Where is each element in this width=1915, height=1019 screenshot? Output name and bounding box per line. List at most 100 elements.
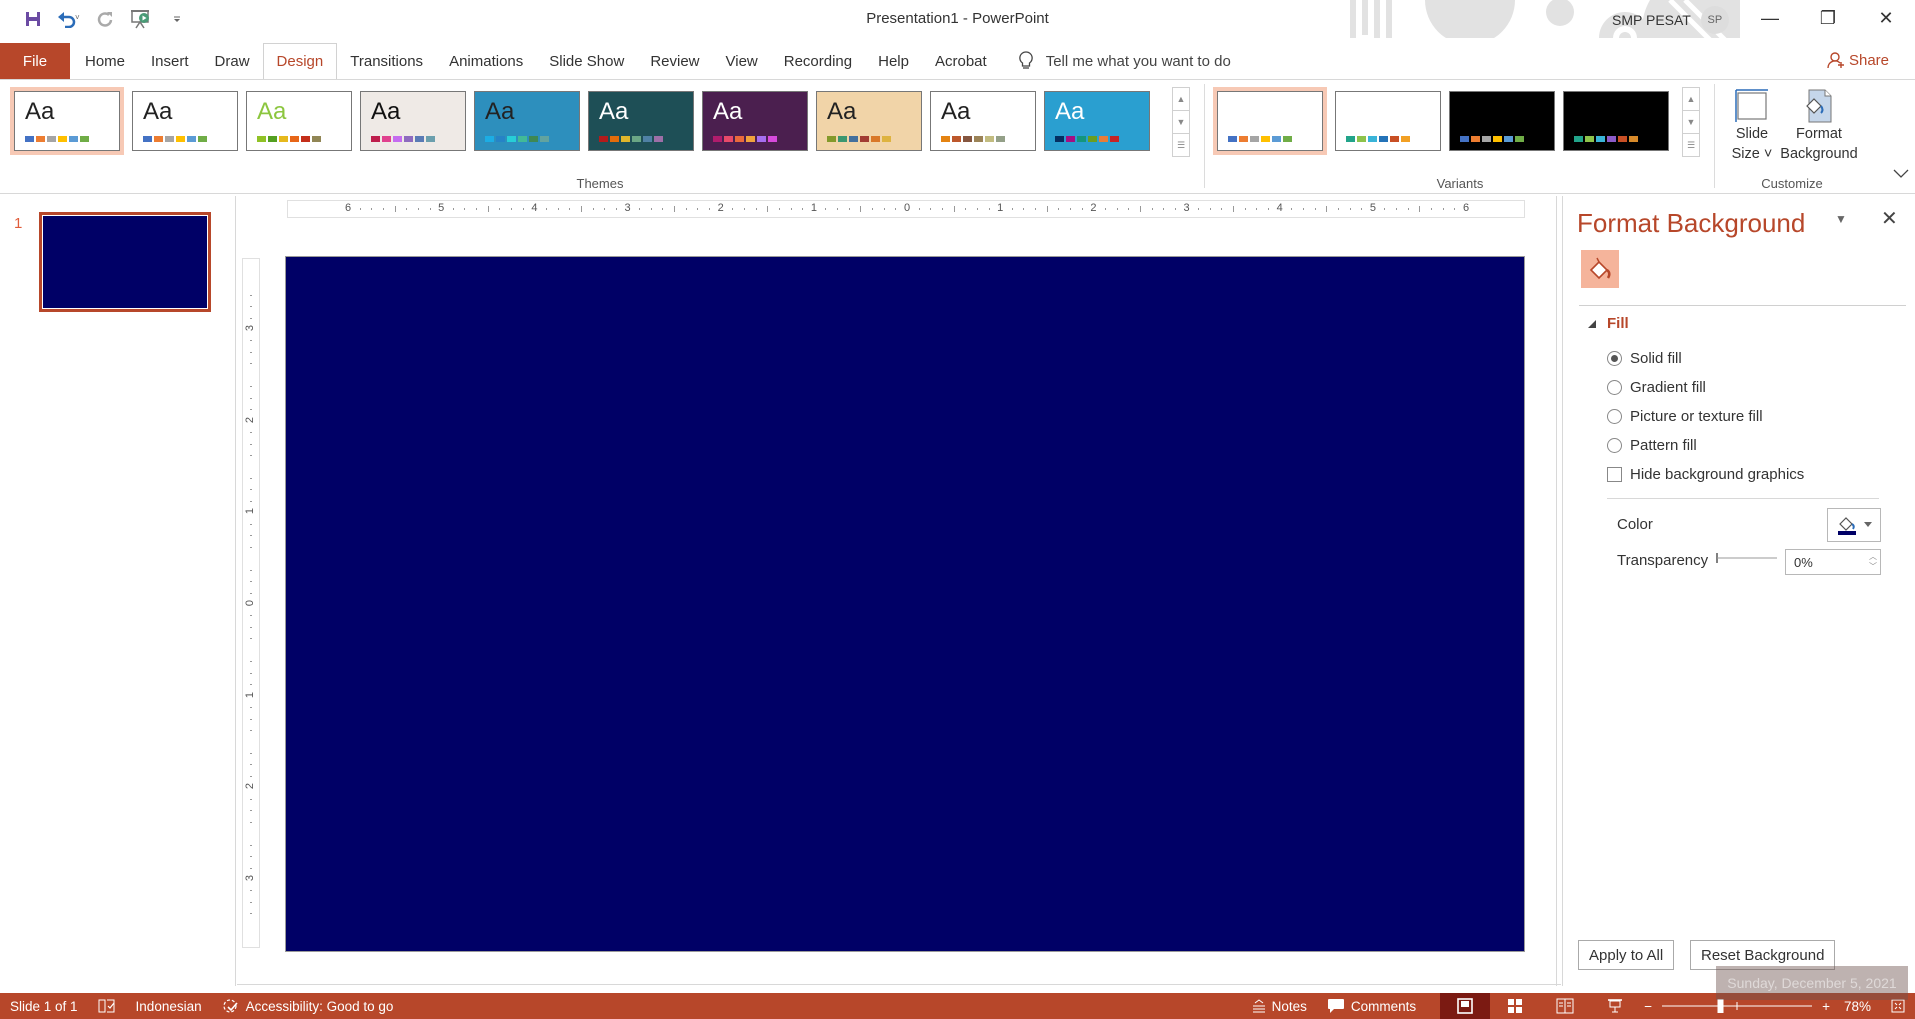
tab-view[interactable]: View [713,43,771,79]
theme-thumbnail[interactable]: Aa [474,91,580,151]
reset-background-button[interactable]: Reset Background [1690,940,1836,970]
tell-me-search[interactable]: Tell me what you want to do [1018,43,1231,79]
theme-thumbnail[interactable]: Aa [246,91,352,151]
theme-thumbnail[interactable]: Aa [816,91,922,151]
slide-thumbnail[interactable] [39,212,211,312]
variant-thumbnail[interactable] [1217,91,1323,151]
minimize-button[interactable]: — [1741,0,1799,36]
variants-scroll-down-button[interactable]: ▼ [1683,111,1699,134]
theme-option[interactable]: Aa [132,87,238,155]
customize-qat-button[interactable] [164,6,190,32]
transparency-spinner[interactable]: ︿ ﹀ [1869,552,1877,572]
slide-show-view-button[interactable] [1590,993,1640,1019]
zoom-out-button[interactable]: − [1640,993,1656,1019]
theme-option[interactable]: Aa [246,87,352,155]
picture-texture-fill-radio[interactable]: Picture or texture fill [1607,408,1763,425]
slide-sorter-view-button[interactable] [1490,993,1540,1019]
normal-view-button[interactable] [1440,993,1491,1019]
tab-file[interactable]: File [0,43,70,79]
transparency-slider[interactable] [1715,551,1779,565]
redo-button[interactable] [92,6,118,32]
pane-options-button[interactable]: ▼ [1835,212,1847,226]
variant-option[interactable] [1449,87,1555,155]
theme-thumbnail[interactable]: Aa [132,91,238,151]
slide-size-button[interactable]: Slide Size ˅ [1724,88,1780,164]
radio-button[interactable] [1607,351,1622,366]
radio-button[interactable] [1607,409,1622,424]
radio-button[interactable] [1607,438,1622,453]
share-button[interactable]: Share [1827,51,1889,69]
pane-close-button[interactable]: ✕ [1881,206,1898,231]
fill-section-header[interactable]: Fill [1587,315,1629,332]
theme-option[interactable]: Aa [474,87,580,155]
reading-view-button[interactable] [1540,993,1590,1019]
account-area[interactable]: SMP PESAT SP [1612,6,1729,34]
apply-to-all-button[interactable]: Apply to All [1578,940,1675,970]
theme-option[interactable]: Aa [588,87,694,155]
theme-thumbnail[interactable]: Aa [930,91,1036,151]
accessibility-button[interactable]: Accessibility: Good to go [212,993,404,1019]
slide-counter[interactable]: Slide 1 of 1 [0,993,88,1019]
spell-check-button[interactable] [88,993,126,1019]
gradient-fill-radio[interactable]: Gradient fill [1607,379,1706,396]
comments-button[interactable]: Comments [1317,993,1426,1019]
theme-thumbnail[interactable]: Aa [1044,91,1150,151]
notes-button[interactable]: Notes [1242,993,1317,1019]
collapse-ribbon-button[interactable] [1893,166,1909,182]
tab-help[interactable]: Help [865,43,922,79]
variant-thumbnail[interactable] [1449,91,1555,151]
start-from-beginning-button[interactable] [128,6,154,32]
theme-option[interactable]: Aa [360,87,466,155]
theme-thumbnail[interactable]: Aa [588,91,694,151]
tab-design[interactable]: Design [262,43,338,79]
color-picker-button[interactable] [1827,508,1881,542]
fill-tab-button[interactable] [1581,250,1619,288]
variant-thumbnail[interactable] [1335,91,1441,151]
tab-transitions[interactable]: Transitions [337,43,436,79]
zoom-level-button[interactable]: 78% [1834,993,1881,1019]
gallery-more-button[interactable]: ☰ [1173,134,1189,156]
format-background-button[interactable]: Format Background [1778,88,1860,164]
save-button[interactable] [20,6,46,32]
theme-thumbnail[interactable]: Aa [360,91,466,151]
undo-button[interactable]: ˅ [56,6,82,32]
theme-thumbnail[interactable]: Aa [14,91,120,151]
slide-canvas[interactable] [285,256,1525,952]
tab-animations[interactable]: Animations [436,43,536,79]
zoom-slider-thumb[interactable] [1717,999,1724,1013]
zoom-in-button[interactable]: + [1818,993,1834,1019]
gallery-scroll-down-button[interactable]: ▼ [1173,111,1189,134]
tab-insert[interactable]: Insert [138,43,202,79]
tab-acrobat[interactable]: Acrobat [922,43,1000,79]
checkbox[interactable] [1607,467,1622,482]
tab-recording[interactable]: Recording [771,43,865,79]
avatar[interactable]: SP [1700,6,1729,34]
theme-option[interactable]: Aa [816,87,922,155]
restore-button[interactable]: ❐ [1799,0,1857,36]
variant-option[interactable] [1213,87,1327,155]
gallery-scroll-up-button[interactable]: ▲ [1173,88,1189,111]
variant-thumbnail[interactable] [1563,91,1669,151]
theme-thumbnail[interactable]: Aa [702,91,808,151]
tab-slide-show[interactable]: Slide Show [536,43,637,79]
zoom-slider[interactable] [1662,993,1813,1019]
theme-option[interactable]: Aa [10,87,124,155]
radio-button[interactable] [1607,380,1622,395]
variants-scroll-up-button[interactable]: ▲ [1683,88,1699,111]
tab-review[interactable]: Review [637,43,712,79]
tab-draw[interactable]: Draw [202,43,263,79]
transparency-input[interactable]: 0% ︿ ﹀ [1785,549,1881,575]
close-button[interactable]: ✕ [1857,0,1915,36]
theme-option[interactable]: Aa [1044,87,1150,155]
language-button[interactable]: Indonesian [126,993,212,1019]
theme-option[interactable]: Aa [930,87,1036,155]
variant-option[interactable] [1335,87,1441,155]
variant-option[interactable] [1563,87,1669,155]
theme-option[interactable]: Aa [702,87,808,155]
pattern-fill-radio[interactable]: Pattern fill [1607,437,1697,454]
hide-background-graphics-checkbox[interactable]: Hide background graphics [1607,466,1804,483]
variants-more-button[interactable]: ☰ [1683,134,1699,156]
tab-home[interactable]: Home [72,43,138,79]
fit-to-window-button[interactable] [1881,993,1915,1019]
solid-fill-radio[interactable]: Solid fill [1607,350,1682,367]
